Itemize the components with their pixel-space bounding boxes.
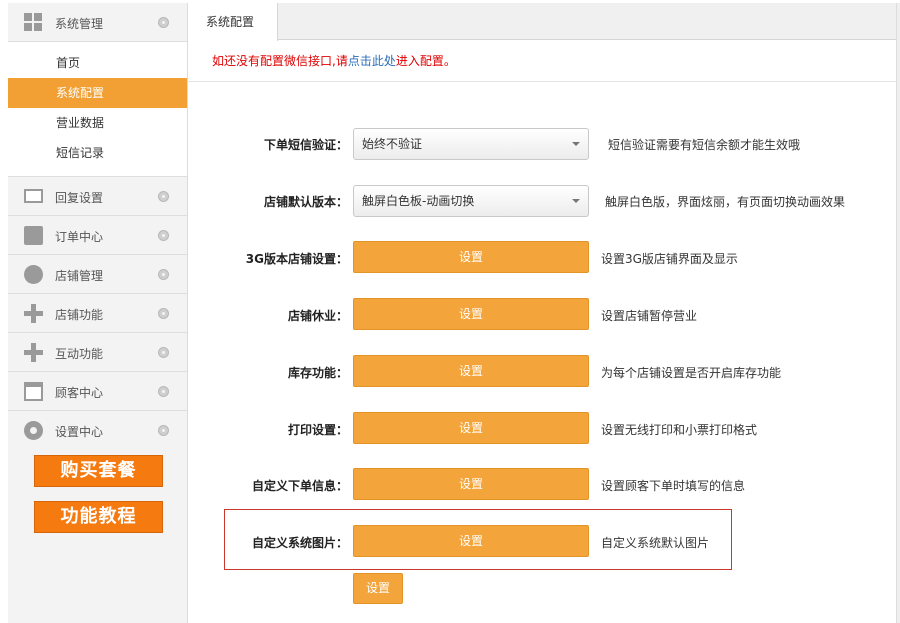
notice-text: 如还没有配置微信接口,请	[212, 54, 348, 68]
mail-icon	[24, 189, 43, 203]
sidebar-group-label: 系统管理	[55, 17, 104, 31]
sms-verify-label: 下单短信验证：	[263, 138, 348, 152]
expand-icon[interactable]	[158, 308, 169, 319]
scrollbar[interactable]	[896, 3, 900, 623]
sidebar-group-label: 订单中心	[55, 230, 104, 244]
inbox-icon	[24, 382, 43, 401]
notice-text-end: 进入配置。	[395, 54, 456, 68]
setting-row-label: 3G版本店铺设置：	[245, 252, 348, 266]
setting-row-desc: 自定义系统默认图片	[601, 536, 710, 550]
sidebar-group-label: 设置中心	[55, 425, 104, 439]
tab-system-config[interactable]: 系统配置	[188, 3, 278, 41]
sidebar-group-label: 互动功能	[55, 347, 104, 361]
custom-order-info-button[interactable]: 设置	[353, 468, 589, 500]
expand-icon[interactable]	[158, 230, 169, 241]
default-version-value: 触屏白色板-动画切换	[362, 194, 475, 208]
setting-row-desc: 为每个店铺设置是否开启库存功能	[601, 366, 782, 380]
plus-icon	[24, 343, 43, 362]
pie-chart-icon	[24, 265, 43, 284]
default-version-desc: 触屏白色版，界面炫丽，有页面切换动画效果	[605, 195, 846, 209]
main-content: 系统配置 如还没有配置微信接口,请点击此处进入配置。 下单短信验证： 始终不验证…	[188, 3, 896, 623]
setting-row-label: 自定义系统图片：	[251, 536, 348, 550]
gear-icon	[24, 421, 43, 440]
default-version-label: 店铺默认版本：	[263, 195, 348, 209]
setting-row-desc: 设置3G版店铺界面及显示	[601, 252, 738, 266]
expand-icon[interactable]	[158, 269, 169, 280]
sidebar-group-store-management[interactable]: 店铺管理	[8, 255, 187, 294]
grid-icon	[24, 13, 43, 32]
sidebar-group-label: 店铺管理	[55, 269, 104, 283]
setting-row-label: 打印设置：	[287, 423, 348, 437]
buy-package-button[interactable]: 购买套餐	[34, 455, 163, 487]
store-closure-settings-button[interactable]: 设置	[353, 298, 589, 330]
print-settings-button[interactable]: 设置	[353, 412, 589, 444]
inventory-settings-button[interactable]: 设置	[353, 355, 589, 387]
expand-icon[interactable]	[158, 386, 169, 397]
sidebar-item-sms-records[interactable]: 短信记录	[8, 138, 187, 168]
sidebar: 系统管理 首页 系统配置 营业数据 短信记录 回复设置 订单中心 店铺管理 店铺…	[8, 3, 188, 623]
custom-system-images-button[interactable]: 设置	[353, 525, 589, 557]
tab-bar: 系统配置	[188, 3, 896, 41]
setting-row-label: 店铺休业：	[287, 309, 348, 323]
setting-row-label: 自定义下单信息：	[251, 479, 348, 493]
3g-store-settings-button[interactable]: 设置	[353, 241, 589, 273]
expand-icon[interactable]	[158, 191, 169, 202]
sms-verify-value: 始终不验证	[362, 137, 423, 151]
dropdown-caret-icon	[572, 199, 580, 203]
sms-verify-select[interactable]: 始终不验证	[353, 128, 589, 160]
setting-row-desc: 设置顾客下单时填写的信息	[601, 479, 746, 493]
plus-icon	[24, 304, 43, 323]
expand-icon[interactable]	[158, 425, 169, 436]
sidebar-group-label: 回复设置	[55, 191, 104, 205]
sidebar-group-label: 顾客中心	[55, 386, 104, 400]
app-window: 系统管理 首页 系统配置 营业数据 短信记录 回复设置 订单中心 店铺管理 店铺…	[0, 0, 900, 623]
sms-verify-desc: 短信验证需要有短信余额才能生效哦	[608, 138, 801, 152]
sidebar-group-label: 店铺功能	[55, 308, 104, 322]
sidebar-group-interaction[interactable]: 互动功能	[8, 333, 187, 372]
sidebar-group-order-center[interactable]: 订单中心	[8, 216, 187, 255]
notice-link[interactable]: 点击此处	[348, 54, 396, 68]
setting-row-desc: 设置无线打印和小票打印格式	[601, 423, 758, 437]
sidebar-group-settings-center[interactable]: 设置中心	[8, 411, 187, 450]
sidebar-group-reply-settings[interactable]: 回复设置	[8, 177, 187, 216]
expand-icon[interactable]	[158, 347, 169, 358]
printer-icon	[24, 226, 43, 245]
default-version-select[interactable]: 触屏白色板-动画切换	[353, 185, 589, 217]
sidebar-group-customer-center[interactable]: 顾客中心	[8, 372, 187, 411]
sidebar-item-business-data[interactable]: 营业数据	[8, 108, 187, 138]
tutorial-button[interactable]: 功能教程	[34, 501, 163, 533]
config-notice: 如还没有配置微信接口,请点击此处进入配置。	[188, 41, 896, 82]
setting-row-label: 库存功能：	[287, 366, 348, 380]
sidebar-item-system-config[interactable]: 系统配置	[8, 78, 187, 108]
extra-settings-button[interactable]: 设置	[353, 573, 403, 604]
sidebar-submenu: 首页 系统配置 营业数据 短信记录	[8, 42, 187, 177]
sidebar-group-system-management[interactable]: 系统管理	[8, 3, 187, 42]
sidebar-group-store-functions[interactable]: 店铺功能	[8, 294, 187, 333]
dropdown-caret-icon	[572, 142, 580, 146]
setting-row-desc: 设置店铺暂停营业	[601, 309, 698, 323]
expand-icon[interactable]	[158, 17, 169, 28]
sidebar-item-home[interactable]: 首页	[8, 48, 187, 78]
